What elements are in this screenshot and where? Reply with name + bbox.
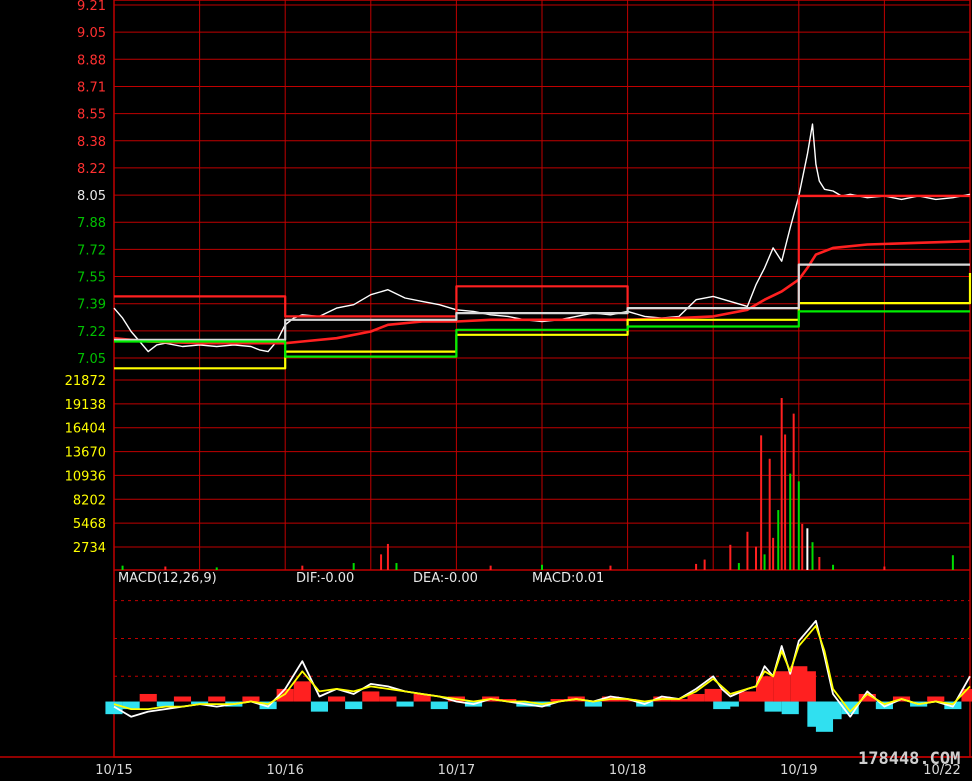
price-tick-label: 8.22: [77, 162, 106, 177]
macd-histogram-bar: [293, 681, 311, 702]
macd-histogram-bar: [345, 701, 363, 710]
macd-histogram-bar: [105, 701, 123, 715]
price-axis: 9.21 9.05 8.88 8.71 8.55 8.38 8.22 8.05 7.88 7.72…: [77, 0, 106, 367]
price-tick-label: 9.21: [77, 0, 106, 14]
macd-histogram-bar: [310, 701, 328, 712]
macd-dif-label: DIF:-0.00: [296, 571, 354, 586]
date-axis: 10/15 10/16 10/17 10/18 10/19 10/22: [95, 763, 960, 778]
price-tick-label: 7.55: [77, 271, 106, 286]
macd-histogram-bar: [396, 701, 414, 707]
macd-histogram-bar: [764, 701, 782, 712]
volume-tick-label: 16404: [65, 422, 106, 437]
macd-dea-label: DEA:-0.00: [413, 571, 478, 586]
price-tick-label: 8.05: [77, 189, 106, 204]
date-tick-label: 10/16: [266, 763, 303, 778]
price-tick-label: 7.88: [77, 216, 106, 231]
price-tick-label: 7.05: [77, 352, 106, 367]
macd-histogram-bar: [139, 693, 157, 702]
macd-histogram-bar: [328, 696, 346, 702]
macd-histogram-bar: [824, 701, 842, 720]
price-tick-label: 8.71: [77, 80, 106, 95]
price-tick-label: 9.05: [77, 26, 106, 41]
chart-grid: [0, 0, 972, 758]
macd-histogram-bar: [704, 688, 722, 702]
volume-bars: [121, 397, 954, 570]
volume-tick-label: 10936: [65, 469, 106, 484]
volume-tick-label: 13670: [65, 446, 106, 461]
macd-histogram-bar: [379, 696, 397, 702]
price-tick-label: 8.38: [77, 135, 106, 150]
volume-tick-label: 8202: [73, 493, 106, 508]
macd-title: MACD(12,26,9): [118, 571, 217, 586]
intraday-stock-chart: 9.21 9.05 8.88 8.71 8.55 8.38 8.22 8.05 7.88 7.72…: [0, 0, 972, 778]
macd-histogram-bar: [721, 701, 739, 707]
price-tick-label: 8.55: [77, 108, 106, 123]
macd-value-label: MACD:0.01: [532, 571, 604, 586]
price-tick-label: 7.72: [77, 243, 106, 258]
date-tick-label: 10/18: [609, 763, 646, 778]
date-tick-label: 10/19: [780, 763, 817, 778]
macd-histogram-bar: [798, 671, 816, 702]
macd-histogram-bar: [430, 701, 448, 710]
volume-tick-label: 19138: [65, 398, 106, 413]
volume-tick-label: 2734: [73, 541, 106, 556]
price-tick-label: 8.88: [77, 53, 106, 68]
macd-histogram-bar: [773, 671, 791, 702]
price-tick-label: 7.39: [77, 298, 106, 313]
macd-histogram-bar: [687, 693, 705, 702]
watermark: 178448.COM: [858, 749, 960, 769]
date-tick-label: 10/17: [438, 763, 475, 778]
date-tick-label: 10/15: [95, 763, 132, 778]
macd-histogram-bar: [208, 696, 226, 702]
volume-tick-label: 21872: [65, 374, 106, 389]
volume-axis: 21872 19138 16404 13670 10936 8202 5468 2734: [65, 374, 106, 556]
price-tick-label: 7.22: [77, 325, 106, 340]
volume-tick-label: 5468: [73, 517, 106, 532]
macd-histogram-bar: [173, 696, 192, 702]
macd-histogram-bar: [781, 701, 799, 715]
macd-histogram-bar: [362, 691, 380, 702]
